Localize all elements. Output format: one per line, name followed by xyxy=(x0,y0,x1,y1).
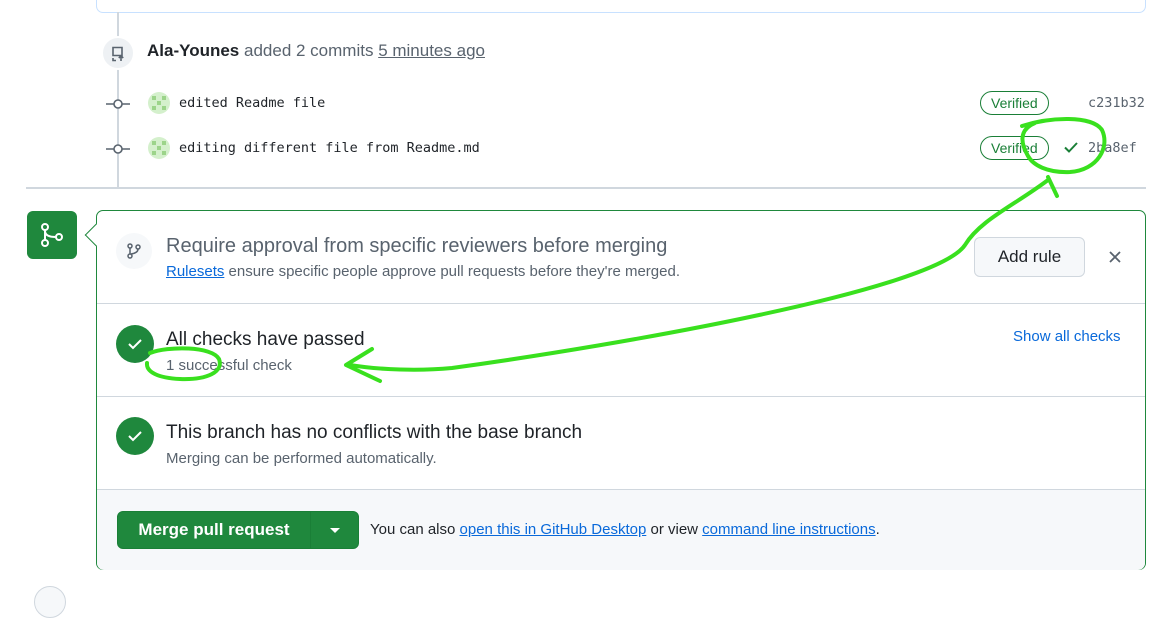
ruleset-subtitle: Rulesets ensure specific people approve … xyxy=(166,263,680,280)
show-all-checks-link[interactable]: Show all checks xyxy=(1013,328,1121,345)
repo-push-icon xyxy=(112,46,124,62)
conflicts-subtitle: Merging can be performed automatically. xyxy=(166,450,437,467)
merge-note-middle: or view xyxy=(650,521,698,538)
merge-note-prefix: You can also xyxy=(370,521,456,538)
event-time[interactable]: 5 minutes ago xyxy=(378,41,485,60)
merge-section: Merge pull request You can also open thi… xyxy=(97,490,1145,570)
ruleset-section: Require approval from specific reviewers… xyxy=(97,211,1145,304)
verified-badge[interactable]: Verified xyxy=(980,136,1049,160)
commit-node-icon xyxy=(106,144,130,154)
check-icon xyxy=(128,339,142,350)
merge-note: You can also open this in GitHub Desktop… xyxy=(370,521,880,538)
verified-badge[interactable]: Verified xyxy=(980,91,1049,115)
timeline-divider xyxy=(26,187,1146,189)
git-merge-icon xyxy=(41,223,63,247)
commit-sha[interactable]: 2ba8ef xyxy=(1088,140,1137,156)
commit-node-icon xyxy=(106,99,130,109)
github-desktop-link[interactable]: open this in GitHub Desktop xyxy=(460,521,647,538)
rulesets-link[interactable]: Rulesets xyxy=(166,263,224,280)
commit-row: editing different file from Readme.md Ve… xyxy=(104,136,1146,164)
commit-row: edited Readme file Verified c231b32 xyxy=(104,91,1146,119)
git-branch-icon xyxy=(127,243,141,259)
merge-method-dropdown[interactable] xyxy=(311,512,359,548)
checks-title: All checks have passed xyxy=(166,329,365,350)
conflicts-status-badge xyxy=(116,417,154,455)
conflicts-section: This branch has no conflicts with the ba… xyxy=(97,397,1145,490)
push-event-badge xyxy=(101,36,135,70)
add-rule-button[interactable]: Add rule xyxy=(974,237,1085,277)
commit-message[interactable]: edited Readme file xyxy=(179,95,325,111)
triangle-down-icon xyxy=(330,528,340,533)
check-icon[interactable] xyxy=(1062,138,1080,156)
commit-author-avatar[interactable] xyxy=(148,92,170,114)
ruleset-subtitle-text: ensure specific people approve pull requ… xyxy=(228,263,680,280)
event-author[interactable]: Ala-Younes xyxy=(147,41,239,60)
commit-message[interactable]: editing different file from Readme.md xyxy=(179,140,480,156)
merge-pull-request-button[interactable]: Merge pull request xyxy=(118,512,310,548)
conflicts-title: This branch has no conflicts with the ba… xyxy=(166,422,583,443)
previous-comment-box xyxy=(96,0,1146,13)
event-action: added 2 commits xyxy=(244,41,374,60)
commit-author-avatar[interactable] xyxy=(148,137,170,159)
comment-avatar[interactable] xyxy=(34,586,66,618)
command-line-instructions-link[interactable]: command line instructions xyxy=(702,521,875,538)
merge-status-badge xyxy=(27,211,77,259)
checks-status-badge xyxy=(116,325,154,363)
checks-section: All checks have passed 1 successful chec… xyxy=(97,304,1145,397)
merge-pull-request-button-group: Merge pull request xyxy=(117,511,359,549)
merge-box: Require approval from specific reviewers… xyxy=(84,210,1146,570)
check-icon xyxy=(128,431,142,442)
push-event-text: Ala-Younes added 2 commits 5 minutes ago xyxy=(147,41,485,61)
close-icon[interactable] xyxy=(1105,247,1125,267)
ruleset-badge xyxy=(116,233,152,269)
merge-note-suffix: . xyxy=(875,521,880,538)
ruleset-title: Require approval from specific reviewers… xyxy=(166,235,668,257)
commit-sha[interactable]: c231b32 xyxy=(1088,95,1145,111)
checks-subtitle: 1 successful check xyxy=(166,357,292,374)
